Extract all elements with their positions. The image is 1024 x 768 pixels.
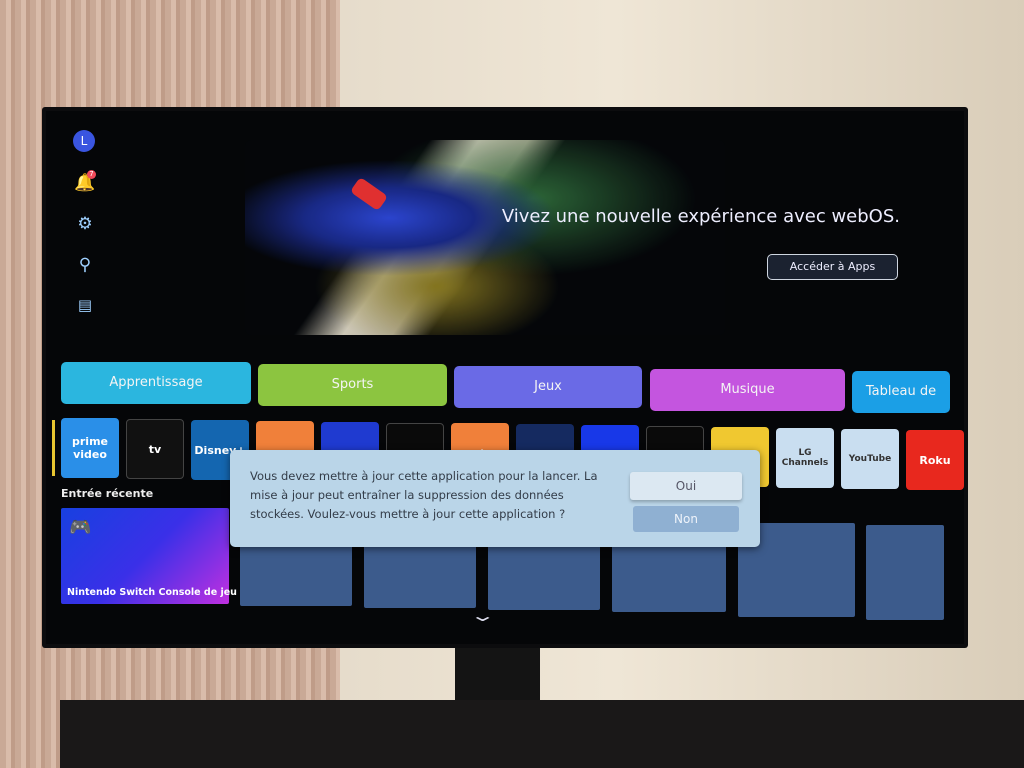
app-label: tv [148,442,162,456]
guide-icon[interactable]: ▤ [74,294,96,316]
placeholder-tile[interactable] [866,525,944,620]
recent-section-title: Entrée récente [61,487,154,500]
hero-title: Vivez une nouvelle expérience avec webOS… [501,206,900,227]
app-tile[interactable]: YouTube [841,429,899,489]
chevron-down-icon[interactable]: ⌄ [469,606,496,625]
go-to-apps-button[interactable]: Accéder à Apps [767,254,898,280]
app-label: Roku [919,453,951,467]
category-apprentissage[interactable]: Apprentissage [61,362,251,404]
hero-banner-image[interactable] [245,140,725,335]
category-jeux[interactable]: Jeux [454,366,642,408]
app-label: YouTube [848,454,892,464]
category-tableau[interactable]: Tableau de [852,371,950,413]
profile-avatar[interactable]: L [73,130,95,152]
recent-input-label: Nintendo Switch Console de jeu [67,587,237,598]
app-tile[interactable]: prime video [61,418,119,478]
app-tile[interactable]: tv [126,419,184,479]
app-label: prime video [72,435,108,461]
yes-button[interactable]: Oui [630,472,742,500]
category-musique[interactable]: Musique [650,369,845,411]
app-label: LG Channels [781,448,829,468]
tv-shelf [60,700,1024,768]
dialog-message: Vous devez mettre à jour cette applicati… [250,469,598,521]
category-sports[interactable]: Sports [258,364,447,406]
app-tile[interactable]: LG Channels [776,428,834,488]
search-icon[interactable]: ⚲ [74,254,96,276]
notification-badge: 7 [87,170,96,179]
gear-icon[interactable]: ⚙ [74,213,96,235]
gamepad-icon: 🎮 [69,517,92,538]
focus-indicator [52,420,55,476]
app-tile[interactable]: Roku [906,430,964,490]
no-button[interactable]: Non [633,506,739,532]
